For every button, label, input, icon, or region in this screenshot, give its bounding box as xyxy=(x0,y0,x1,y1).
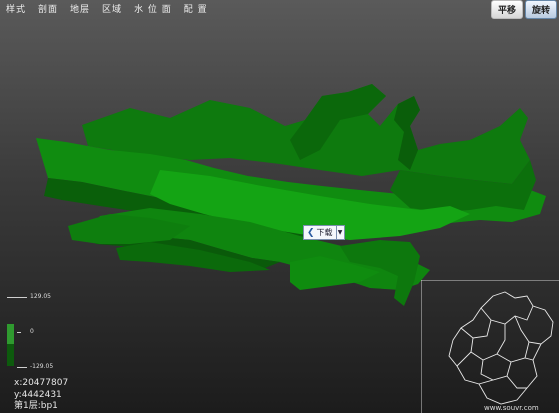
legend-bar-top xyxy=(7,324,14,344)
menu-bar: 样式 剖面 地层 区域 水 位 面 配 置 xyxy=(0,0,559,16)
download-main[interactable]: ❮ 下载 xyxy=(304,226,336,239)
menu-section[interactable]: 剖面 xyxy=(32,0,64,16)
district-map xyxy=(448,291,554,405)
menu-style[interactable]: 样式 xyxy=(0,0,32,16)
coordinate-readout: x:20477807 y:4442431 第1层:bp1 xyxy=(14,378,68,413)
download-button[interactable]: ❮ 下载 ▼ xyxy=(303,225,345,240)
menu-region[interactable]: 区域 xyxy=(96,0,128,16)
coord-layer: 第1层:bp1 xyxy=(14,401,58,411)
legend-min-label: -129.05 xyxy=(30,363,54,370)
legend-mid-label: 0 xyxy=(30,328,34,335)
geology-model xyxy=(36,84,546,306)
watermark: www.souvr.com xyxy=(484,404,539,412)
overview-minimap[interactable] xyxy=(421,280,559,413)
legend-max-label: 129.05 xyxy=(30,293,51,300)
pan-button[interactable]: 平移 xyxy=(490,0,523,19)
menu-water-surface[interactable]: 水 位 面 xyxy=(128,0,178,16)
legend-bar-bottom xyxy=(7,344,14,366)
legend-tick-min xyxy=(17,367,27,368)
legend-tick-max xyxy=(7,297,27,298)
legend-tick-mid xyxy=(17,332,21,333)
dropdown-arrow-icon[interactable]: ▼ xyxy=(335,226,344,239)
back-arrow-icon: ❮ xyxy=(307,227,315,238)
rotate-button[interactable]: 旋转 xyxy=(524,0,557,19)
coord-x: x:20477807 xyxy=(14,378,69,388)
coord-y: y:4442431 xyxy=(14,389,62,400)
view-mode-toggle: 平移 旋转 xyxy=(490,0,557,19)
menu-layer[interactable]: 地层 xyxy=(64,0,96,16)
download-label: 下载 xyxy=(316,228,333,237)
menu-config[interactable]: 配 置 xyxy=(178,0,214,16)
